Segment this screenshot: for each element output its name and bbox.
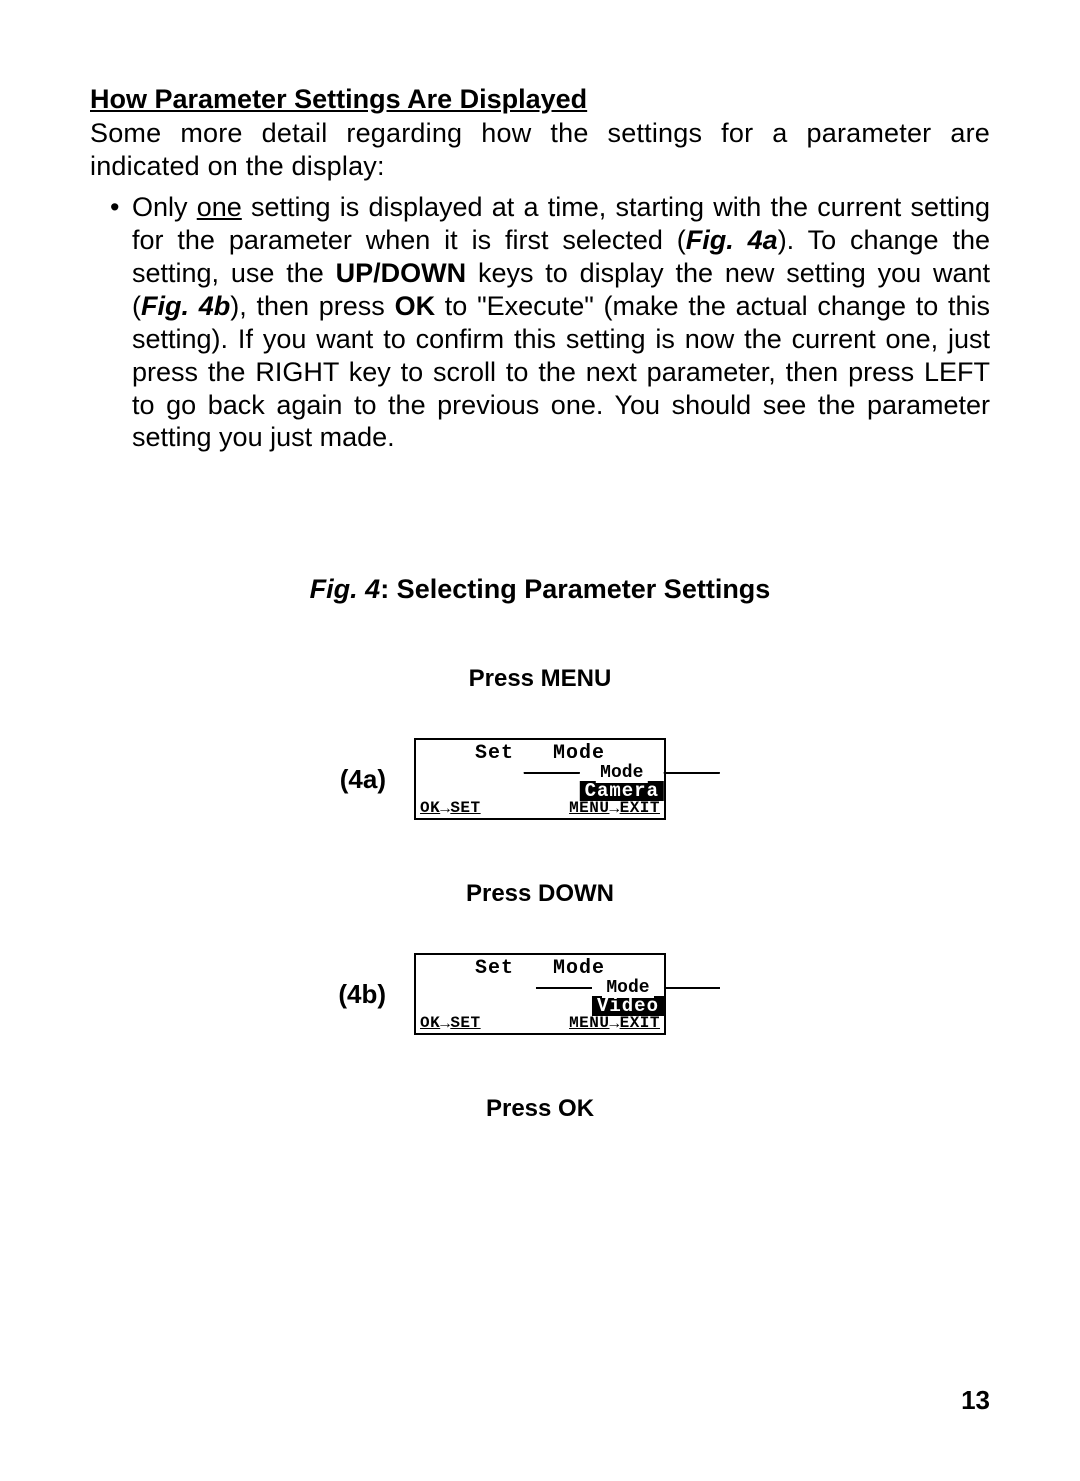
- key-name: OK: [395, 291, 436, 321]
- lcd-menu-exit: MENU→EXIT: [569, 1014, 660, 1032]
- lcd-selected-value: Camera: [580, 781, 664, 801]
- divider-line: [536, 987, 592, 989]
- lcd-selected-value: Video: [592, 996, 664, 1016]
- lcd-screen-4b: Set Mode Mode Video OK→SET MENU→EXIT: [414, 953, 666, 1035]
- step-label: Press MENU: [90, 665, 990, 693]
- lcd-ok-set: OK→SET: [420, 799, 481, 817]
- section-heading: How Parameter Settings Are Displayed: [90, 84, 990, 115]
- lcd-top-line: Set Mode: [416, 740, 664, 765]
- lcd-top-line: Set Mode: [416, 955, 664, 980]
- lcd-mid-box: Mode Camera: [580, 763, 664, 801]
- divider-line: [524, 772, 580, 774]
- divider-line: [664, 987, 720, 989]
- lcd-mid-label: Mode: [602, 978, 653, 998]
- arrow-right-icon: →: [609, 800, 619, 818]
- figure-title: Fig. 4: Selecting Parameter Settings: [90, 574, 990, 605]
- intro-paragraph: Some more detail regarding how the setti…: [90, 117, 990, 183]
- lcd-panel-row: (4a) Set Mode Mode Camera OK→SET MENU→EX…: [90, 738, 990, 820]
- bullet-item: Only one setting is displayed at a time,…: [132, 191, 990, 455]
- arrow-right-icon: →: [440, 800, 450, 818]
- underlined-word: one: [197, 192, 242, 222]
- lcd-panel-row: (4b) Set Mode Mode Video OK→SET MENU→EXI…: [90, 953, 990, 1035]
- lcd-top-right: Mode: [553, 742, 605, 765]
- figure-reference: Fig. 4b: [141, 291, 230, 321]
- lcd-bottom-line: OK→SET MENU→EXIT: [420, 1014, 660, 1032]
- figure-caption: : Selecting Parameter Settings: [380, 574, 770, 604]
- lcd-mid-box: Mode Video: [592, 978, 664, 1016]
- lcd-mid-label: Mode: [596, 763, 647, 783]
- divider-line: [664, 772, 720, 774]
- step-label: Press OK: [90, 1095, 990, 1123]
- figure-number: Fig. 4: [310, 574, 381, 604]
- lcd-menu-exit: MENU→EXIT: [569, 799, 660, 817]
- lcd-top-right: Mode: [553, 957, 605, 980]
- panel-tag: (4b): [326, 979, 386, 1010]
- text-fragment: Only: [132, 192, 197, 222]
- text-fragment: ), then press: [230, 291, 394, 321]
- page-number: 13: [961, 1385, 990, 1416]
- panel-tag: (4a): [326, 764, 386, 795]
- lcd-screen-4a: Set Mode Mode Camera OK→SET MENU→EXIT: [414, 738, 666, 820]
- lcd-ok-set: OK→SET: [420, 1014, 481, 1032]
- lcd-top-left: Set: [475, 957, 514, 980]
- manual-page: How Parameter Settings Are Displayed Som…: [0, 0, 1080, 1481]
- figure-reference: Fig. 4a: [686, 225, 778, 255]
- arrow-right-icon: →: [609, 1015, 619, 1033]
- lcd-top-left: Set: [475, 742, 514, 765]
- lcd-bottom-line: OK→SET MENU→EXIT: [420, 799, 660, 817]
- figure-block: Fig. 4: Selecting Parameter Settings Pre…: [90, 574, 990, 1123]
- key-name: UP/DOWN: [336, 258, 467, 288]
- bullet-list: Only one setting is displayed at a time,…: [90, 191, 990, 455]
- arrow-right-icon: →: [440, 1015, 450, 1033]
- step-label: Press DOWN: [90, 880, 990, 908]
